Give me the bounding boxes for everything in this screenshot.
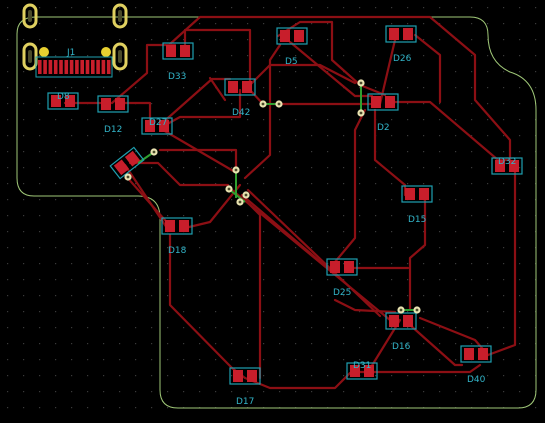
component-label-d27: D27: [149, 118, 167, 128]
component-label-d15: D15: [408, 215, 426, 225]
pad-2: [242, 81, 252, 93]
via-hole: [126, 175, 130, 179]
pad-2: [115, 98, 125, 110]
pad-2: [294, 30, 304, 42]
j1-pin: [91, 60, 95, 74]
via-hole: [227, 187, 231, 191]
j1-pin: [101, 60, 106, 74]
pad-1: [101, 98, 111, 110]
via-hole: [359, 111, 363, 115]
j1-pin: [75, 60, 79, 74]
pad-2: [344, 261, 354, 273]
j1-pin: [59, 60, 63, 74]
pcb-canvas[interactable]: J1 D8 D12 D33 D5 D27 D42 D26 D2 D32 D15 D18 D25 D16 D…: [0, 0, 545, 423]
component-label-d18: D18: [168, 246, 187, 256]
j1-pin: [80, 60, 84, 74]
component-label-d40: D40: [467, 375, 486, 385]
j1-pin: [69, 60, 74, 74]
j1-pin: [48, 60, 53, 74]
component-label-d17: D17: [236, 397, 254, 407]
pad-1: [228, 81, 238, 93]
component-label-d26: D26: [393, 54, 412, 64]
pad-2: [419, 188, 429, 200]
pad-2: [403, 28, 413, 40]
component-label-d12: D12: [104, 125, 122, 135]
pad-1: [330, 261, 340, 273]
j1-pin: [43, 60, 47, 74]
pad-2: [478, 348, 488, 360]
via-hole: [152, 150, 156, 154]
component-label-j1: J1: [66, 48, 75, 58]
component-label-d2: D2: [377, 123, 390, 133]
pad-1: [371, 96, 381, 108]
via-hole: [277, 102, 281, 106]
pad-2: [247, 370, 257, 382]
via-hole: [359, 81, 363, 85]
j1-pin: [64, 60, 69, 74]
via-hole: [244, 193, 248, 197]
component-label-d42: D42: [232, 108, 250, 118]
pad-1: [233, 370, 243, 382]
component-label-d25: D25: [333, 288, 351, 298]
component-label-d33: D33: [168, 72, 186, 82]
component-label-d31: D31: [353, 361, 371, 371]
via-hole: [399, 308, 403, 312]
pad-1: [280, 30, 290, 42]
pad-1: [389, 28, 399, 40]
pad-1: [464, 348, 474, 360]
via-hole: [234, 168, 238, 172]
component-label-d16: D16: [392, 342, 411, 352]
pad-1: [405, 188, 415, 200]
pad-2: [403, 315, 413, 327]
via-hole: [415, 308, 419, 312]
component-label-d8: D8: [57, 92, 70, 102]
pad-1: [166, 45, 176, 57]
pad-2: [179, 220, 189, 232]
j1-pin: [38, 60, 42, 74]
pad-1: [165, 220, 175, 232]
component-label-d5: D5: [285, 57, 298, 67]
via-hole: [261, 102, 265, 106]
via-hole: [238, 200, 242, 204]
pad-1: [389, 315, 399, 327]
component-label-d32: D32: [498, 157, 516, 167]
j1-pin: [106, 60, 111, 74]
j1-pin: [53, 60, 58, 74]
j1-pin: [96, 60, 100, 74]
pad-2: [180, 45, 190, 57]
pad-2: [385, 96, 395, 108]
j1-pin: [85, 60, 90, 74]
